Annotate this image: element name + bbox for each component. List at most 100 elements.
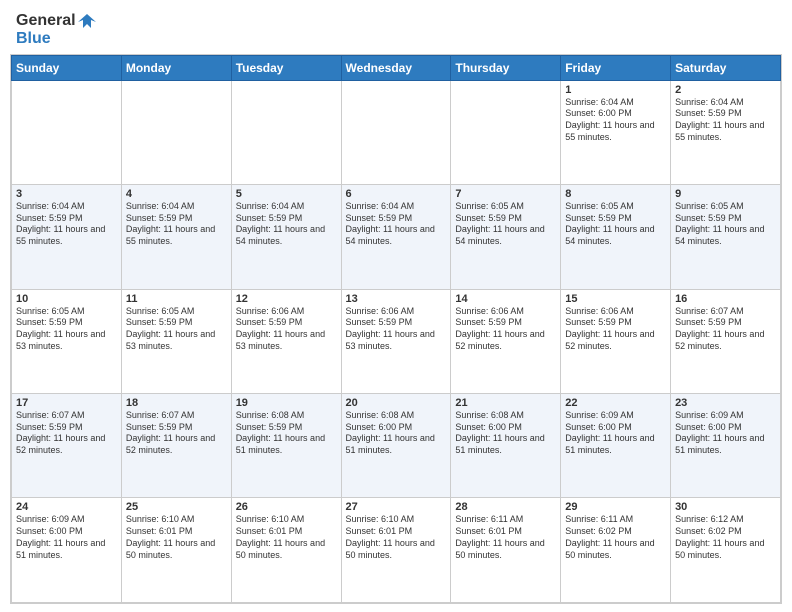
day-info: Sunrise: 6:05 AMSunset: 5:59 PMDaylight:…	[126, 306, 227, 353]
calendar-cell: 1Sunrise: 6:04 AMSunset: 6:00 PMDaylight…	[561, 80, 671, 184]
day-number: 15	[565, 293, 666, 305]
day-number: 21	[455, 397, 556, 409]
day-number: 22	[565, 397, 666, 409]
weekday-header-row: SundayMondayTuesdayWednesdayThursdayFrid…	[12, 55, 781, 80]
day-number: 23	[675, 397, 776, 409]
calendar-cell: 11Sunrise: 6:05 AMSunset: 5:59 PMDayligh…	[121, 289, 231, 393]
weekday-header: Tuesday	[231, 55, 341, 80]
logo-general: General	[16, 12, 76, 30]
day-number: 1	[565, 84, 666, 96]
calendar-cell	[231, 80, 341, 184]
calendar-cell	[451, 80, 561, 184]
day-info: Sunrise: 6:09 AMSunset: 6:00 PMDaylight:…	[675, 410, 776, 457]
day-info: Sunrise: 6:10 AMSunset: 6:01 PMDaylight:…	[346, 514, 447, 561]
day-info: Sunrise: 6:08 AMSunset: 6:00 PMDaylight:…	[455, 410, 556, 457]
day-number: 14	[455, 293, 556, 305]
calendar-cell: 25Sunrise: 6:10 AMSunset: 6:01 PMDayligh…	[121, 498, 231, 603]
calendar-cell: 3Sunrise: 6:04 AMSunset: 5:59 PMDaylight…	[12, 185, 122, 289]
day-number: 30	[675, 501, 776, 513]
calendar-cell: 9Sunrise: 6:05 AMSunset: 5:59 PMDaylight…	[671, 185, 781, 289]
calendar-cell: 19Sunrise: 6:08 AMSunset: 5:59 PMDayligh…	[231, 394, 341, 498]
weekday-header: Thursday	[451, 55, 561, 80]
calendar-cell	[121, 80, 231, 184]
day-number: 3	[16, 188, 117, 200]
day-info: Sunrise: 6:04 AMSunset: 5:59 PMDaylight:…	[675, 97, 776, 144]
calendar-cell: 8Sunrise: 6:05 AMSunset: 5:59 PMDaylight…	[561, 185, 671, 289]
weekday-header: Friday	[561, 55, 671, 80]
day-info: Sunrise: 6:07 AMSunset: 5:59 PMDaylight:…	[675, 306, 776, 353]
calendar-cell: 24Sunrise: 6:09 AMSunset: 6:00 PMDayligh…	[12, 498, 122, 603]
day-info: Sunrise: 6:06 AMSunset: 5:59 PMDaylight:…	[455, 306, 556, 353]
day-info: Sunrise: 6:05 AMSunset: 5:59 PMDaylight:…	[675, 201, 776, 248]
day-info: Sunrise: 6:10 AMSunset: 6:01 PMDaylight:…	[126, 514, 227, 561]
calendar-cell: 21Sunrise: 6:08 AMSunset: 6:00 PMDayligh…	[451, 394, 561, 498]
calendar-cell: 22Sunrise: 6:09 AMSunset: 6:00 PMDayligh…	[561, 394, 671, 498]
calendar-cell: 27Sunrise: 6:10 AMSunset: 6:01 PMDayligh…	[341, 498, 451, 603]
day-info: Sunrise: 6:07 AMSunset: 5:59 PMDaylight:…	[126, 410, 227, 457]
calendar-cell: 28Sunrise: 6:11 AMSunset: 6:01 PMDayligh…	[451, 498, 561, 603]
calendar-cell: 4Sunrise: 6:04 AMSunset: 5:59 PMDaylight…	[121, 185, 231, 289]
calendar-cell: 18Sunrise: 6:07 AMSunset: 5:59 PMDayligh…	[121, 394, 231, 498]
day-number: 7	[455, 188, 556, 200]
weekday-header: Sunday	[12, 55, 122, 80]
calendar-week-row: 17 Sunrise: 6:07 AMSunset: 5:59 PMDayligh…	[12, 394, 781, 498]
day-number: 8	[565, 188, 666, 200]
day-number: 27	[346, 501, 447, 513]
day-number: 26	[236, 501, 337, 513]
calendar-cell: 13Sunrise: 6:06 AMSunset: 5:59 PMDayligh…	[341, 289, 451, 393]
day-number: 4	[126, 188, 227, 200]
calendar-cell: 12Sunrise: 6:06 AMSunset: 5:59 PMDayligh…	[231, 289, 341, 393]
day-info: Sunrise: 6:11 AMSunset: 6:01 PMDaylight:…	[455, 514, 556, 561]
day-info: Sunrise: 6:04 AMSunset: 5:59 PMDaylight:…	[126, 201, 227, 248]
day-number: 18	[126, 397, 227, 409]
day-info: Sunrise: 6:09 AMSunset: 6:00 PMDaylight:…	[16, 514, 117, 561]
calendar-cell: 10Sunrise: 6:05 AMSunset: 5:59 PMDayligh…	[12, 289, 122, 393]
header: General Blue	[0, 0, 792, 54]
day-info: Sunrise: 6:04 AMSunset: 5:59 PMDaylight:…	[16, 201, 117, 248]
day-info: Sunrise: 6:05 AMSunset: 5:59 PMDaylight:…	[565, 201, 666, 248]
day-info: Sunrise: 6:08 AMSunset: 6:00 PMDaylight:…	[346, 410, 447, 457]
calendar-cell: 7Sunrise: 6:05 AMSunset: 5:59 PMDaylight…	[451, 185, 561, 289]
day-number: 28	[455, 501, 556, 513]
calendar-cell: 17Sunrise: 6:07 AMSunset: 5:59 PMDayligh…	[12, 394, 122, 498]
day-number: 9	[675, 188, 776, 200]
calendar-week-row: 24Sunrise: 6:09 AMSunset: 6:00 PMDayligh…	[12, 498, 781, 603]
calendar-cell: 15Sunrise: 6:06 AMSunset: 5:59 PMDayligh…	[561, 289, 671, 393]
calendar-cell: 23Sunrise: 6:09 AMSunset: 6:00 PMDayligh…	[671, 394, 781, 498]
day-number: 16	[675, 293, 776, 305]
calendar-cell	[12, 80, 122, 184]
day-number: 10	[16, 293, 117, 305]
calendar-cell: 5Sunrise: 6:04 AMSunset: 5:59 PMDaylight…	[231, 185, 341, 289]
calendar-week-row: 3Sunrise: 6:04 AMSunset: 5:59 PMDaylight…	[12, 185, 781, 289]
calendar-cell: 30Sunrise: 6:12 AMSunset: 6:02 PMDayligh…	[671, 498, 781, 603]
calendar-week-row: 1Sunrise: 6:04 AMSunset: 6:00 PMDaylight…	[12, 80, 781, 184]
logo-blue: Blue	[16, 30, 96, 48]
day-info: Sunrise: 6:08 AMSunset: 5:59 PMDaylight:…	[236, 410, 337, 457]
day-number: 17	[16, 397, 117, 409]
day-number: 20	[346, 397, 447, 409]
logo-text: General Blue	[16, 12, 96, 48]
calendar-cell: 20Sunrise: 6:08 AMSunset: 6:00 PMDayligh…	[341, 394, 451, 498]
calendar-cell	[341, 80, 451, 184]
day-number: 11	[126, 293, 227, 305]
calendar-cell: 2Sunrise: 6:04 AMSunset: 5:59 PMDaylight…	[671, 80, 781, 184]
day-info: Sunrise: 6:06 AMSunset: 5:59 PMDaylight:…	[346, 306, 447, 353]
calendar: SundayMondayTuesdayWednesdayThursdayFrid…	[10, 54, 782, 604]
calendar-cell: 14Sunrise: 6:06 AMSunset: 5:59 PMDayligh…	[451, 289, 561, 393]
day-number: 2	[675, 84, 776, 96]
day-info: Sunrise: 6:11 AMSunset: 6:02 PMDaylight:…	[565, 514, 666, 561]
day-info: Sunrise: 6:05 AMSunset: 5:59 PMDaylight:…	[455, 201, 556, 248]
logo: General Blue	[16, 12, 96, 48]
day-info: Sunrise: 6:04 AMSunset: 6:00 PMDaylight:…	[565, 97, 666, 144]
day-info: Sunrise: 6:12 AMSunset: 6:02 PMDaylight:…	[675, 514, 776, 561]
calendar-table: SundayMondayTuesdayWednesdayThursdayFrid…	[11, 55, 781, 603]
day-number: 12	[236, 293, 337, 305]
day-info: Sunrise: 6:10 AMSunset: 6:01 PMDaylight:…	[236, 514, 337, 561]
calendar-cell: 16Sunrise: 6:07 AMSunset: 5:59 PMDayligh…	[671, 289, 781, 393]
calendar-cell: 29Sunrise: 6:11 AMSunset: 6:02 PMDayligh…	[561, 498, 671, 603]
page: General Blue SundayMondayTuesdayWednesda…	[0, 0, 792, 612]
weekday-header: Wednesday	[341, 55, 451, 80]
day-info: Sunrise: 6:09 AMSunset: 6:00 PMDaylight:…	[565, 410, 666, 457]
calendar-week-row: 10 Sunrise: 6:05 AMSunset: 5:59 PMDayligh…	[12, 289, 781, 393]
weekday-header: Monday	[121, 55, 231, 80]
